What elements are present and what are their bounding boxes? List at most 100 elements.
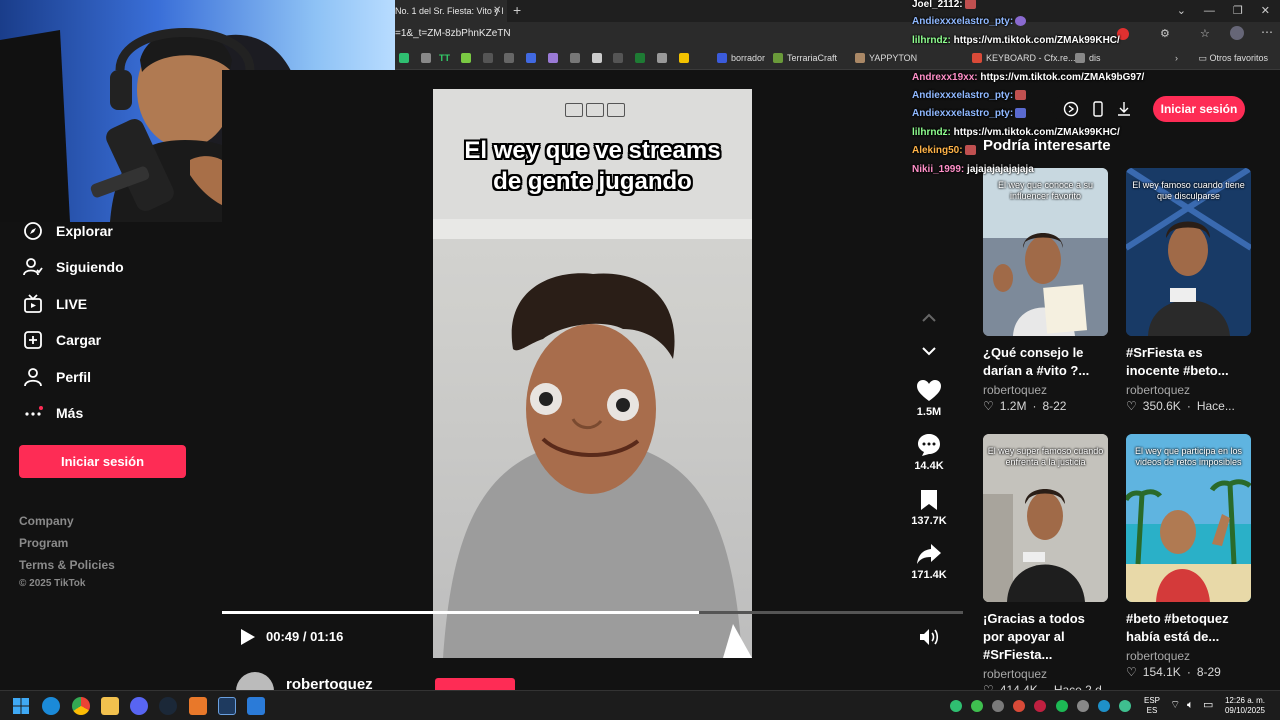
folder-icon[interactable] <box>570 53 580 63</box>
bookmark-action[interactable]: 137.7K <box>902 487 956 527</box>
discord-icon[interactable] <box>130 697 148 715</box>
tray-icon[interactable] <box>1013 700 1025 712</box>
chrome-icon[interactable] <box>72 697 90 715</box>
bookmark-app-icon[interactable] <box>592 53 602 63</box>
tray-icon[interactable] <box>1119 700 1131 712</box>
footer-link-company[interactable]: Company <box>19 514 74 528</box>
sidebar-item-cargar[interactable]: Cargar <box>22 328 101 352</box>
url-field[interactable]: =1&_t=ZM-8zbPhnKZeTN <box>395 28 511 39</box>
footer-link-terms[interactable]: Terms & Policies <box>19 558 115 572</box>
follow-button[interactable] <box>435 678 515 690</box>
bookmark-dis[interactable]: dis <box>1089 53 1101 63</box>
bookmark-app-icon[interactable] <box>679 53 689 63</box>
app-icon[interactable] <box>189 697 207 715</box>
windows-start-icon[interactable] <box>12 697 30 715</box>
card-title[interactable]: #beto #betoquez había está de... <box>1126 610 1251 646</box>
card-title[interactable]: ¡Gracias a todos por apoyar al #SrFiesta… <box>983 610 1108 664</box>
app-icon[interactable] <box>247 697 265 715</box>
tray-icon[interactable] <box>1077 700 1089 712</box>
like-action[interactable]: 1.5M <box>902 378 956 418</box>
bookmark-tt[interactable]: TT <box>439 53 450 63</box>
bookmark-yappyton[interactable]: YAPPYTON <box>869 53 917 63</box>
video-card[interactable]: El wey super famoso cuando enfrenta a la… <box>983 434 1108 697</box>
bookmark-app-icon[interactable] <box>399 53 409 63</box>
video-thumbnail[interactable]: El wey que conoce a su influencer favori… <box>983 168 1108 336</box>
bookmark-others[interactable]: ▭ Otros favoritos <box>1198 53 1268 64</box>
minimize-icon[interactable]: — <box>1204 0 1215 22</box>
sidebar-item-siguiendo[interactable]: Siguiendo <box>22 255 124 279</box>
bookmark-app-icon[interactable] <box>421 53 431 63</box>
star-icon[interactable]: ☆ <box>1200 27 1210 40</box>
bookmark-app-icon[interactable] <box>855 53 865 63</box>
card-author[interactable]: robertoquez <box>983 383 1108 397</box>
bookmark-app-icon[interactable] <box>548 53 558 63</box>
bookmark-download-icon[interactable] <box>461 53 471 63</box>
bookmark-app-icon[interactable] <box>504 53 514 63</box>
translate-icon[interactable] <box>607 103 625 117</box>
tray-icon[interactable] <box>971 700 983 712</box>
tab-close-icon[interactable]: ✕ <box>493 0 501 22</box>
volume-button[interactable] <box>919 628 939 651</box>
bookmark-app-icon[interactable] <box>773 53 783 63</box>
header-login-button[interactable]: Iniciar sesión <box>1153 96 1245 122</box>
sidebar-item-perfil[interactable]: Perfil <box>22 365 91 389</box>
tray-icon[interactable] <box>1098 700 1110 712</box>
previous-video-button[interactable] <box>916 305 942 331</box>
excel-icon[interactable] <box>635 53 645 63</box>
file-explorer-icon[interactable] <box>101 697 119 715</box>
card-author[interactable]: robertoquez <box>1126 383 1251 397</box>
video-thumbnail[interactable]: El wey que participa en los videos de re… <box>1126 434 1251 602</box>
menu-dots-icon[interactable]: ⋯ <box>1261 25 1273 39</box>
download-icon[interactable] <box>1116 101 1132 117</box>
video-thumbnail[interactable]: El wey super famoso cuando enfrenta a la… <box>983 434 1108 602</box>
miniplayer-icon[interactable] <box>586 103 604 117</box>
clock[interactable]: 12:26 a. m. 09/10/2025 <box>1207 696 1265 716</box>
sidebar-item-explorar[interactable]: Explorar <box>22 219 113 243</box>
bookmark-app-icon[interactable] <box>972 53 982 63</box>
bookmark-app-icon[interactable] <box>526 53 536 63</box>
bookmark-app-icon[interactable] <box>483 53 493 63</box>
browser-tab[interactable]: No. 1 del Sr. Fiesta: Vito y l ✕ <box>395 0 507 22</box>
bookmark-borrador[interactable]: borrador <box>731 53 765 63</box>
play-button[interactable] <box>240 628 256 651</box>
video-card[interactable]: El wey que participa en los videos de re… <box>1126 434 1251 679</box>
app-icon[interactable] <box>218 697 236 715</box>
next-video-button[interactable] <box>916 338 942 364</box>
spotify-icon[interactable] <box>1056 700 1068 712</box>
login-button[interactable]: Iniciar sesión <box>19 445 186 478</box>
video-card[interactable]: El wey que conoce a su influencer favori… <box>983 168 1108 413</box>
bookmark-keyboard[interactable]: KEYBOARD - Cfx.re... <box>986 53 1076 63</box>
coin-icon[interactable] <box>1063 101 1079 117</box>
bookmark-app-icon[interactable] <box>613 53 623 63</box>
language-indicator[interactable]: ESP ES <box>1140 696 1164 716</box>
chevron-down-icon[interactable]: ⌄ <box>1177 0 1186 22</box>
close-icon[interactable]: ✕ <box>1261 0 1270 22</box>
card-title[interactable]: ¿Qué consejo le darían a #vito ?... <box>983 344 1108 380</box>
tray-icon[interactable] <box>992 700 1004 712</box>
bookmark-app-icon[interactable] <box>717 53 727 63</box>
chevron-right-icon[interactable]: › <box>1175 53 1178 63</box>
card-author[interactable]: robertoquez <box>983 667 1108 681</box>
puzzle-icon[interactable]: ⚙ <box>1160 27 1170 40</box>
comment-action[interactable]: 14.4K <box>902 432 956 472</box>
edge-icon[interactable] <box>42 697 60 715</box>
bookmark-app-icon[interactable] <box>1075 53 1085 63</box>
restore-icon[interactable]: ❐ <box>1233 0 1243 22</box>
sidebar-item-live[interactable]: LIVE <box>22 292 87 316</box>
video-frame[interactable]: El wey que ve streams de gente jugando <box>433 89 752 658</box>
video-card[interactable]: El wey famoso cuando tiene que disculpar… <box>1126 168 1251 413</box>
profile-avatar-icon[interactable] <box>1230 26 1244 40</box>
pip-icon[interactable] <box>565 103 583 117</box>
new-tab-button[interactable]: + <box>513 0 521 20</box>
device-icon[interactable] <box>1090 101 1106 117</box>
wifi-icon[interactable]: ⌔ <box>1170 700 1180 711</box>
bookmark-app-icon[interactable] <box>657 53 667 63</box>
progress-bar[interactable] <box>222 611 963 614</box>
card-title[interactable]: #SrFiesta es inocente #beto... <box>1126 344 1251 380</box>
sidebar-item-mas[interactable]: Más <box>22 401 83 425</box>
footer-link-program[interactable]: Program <box>19 536 68 550</box>
volume-tray-icon[interactable]: 🔈︎ <box>1187 700 1194 711</box>
video-thumbnail[interactable]: El wey famoso cuando tiene que disculpar… <box>1126 168 1251 336</box>
share-action[interactable]: 171.4K <box>902 541 956 581</box>
bookmark-terrariacraft[interactable]: TerrariaCraft <box>787 53 837 63</box>
